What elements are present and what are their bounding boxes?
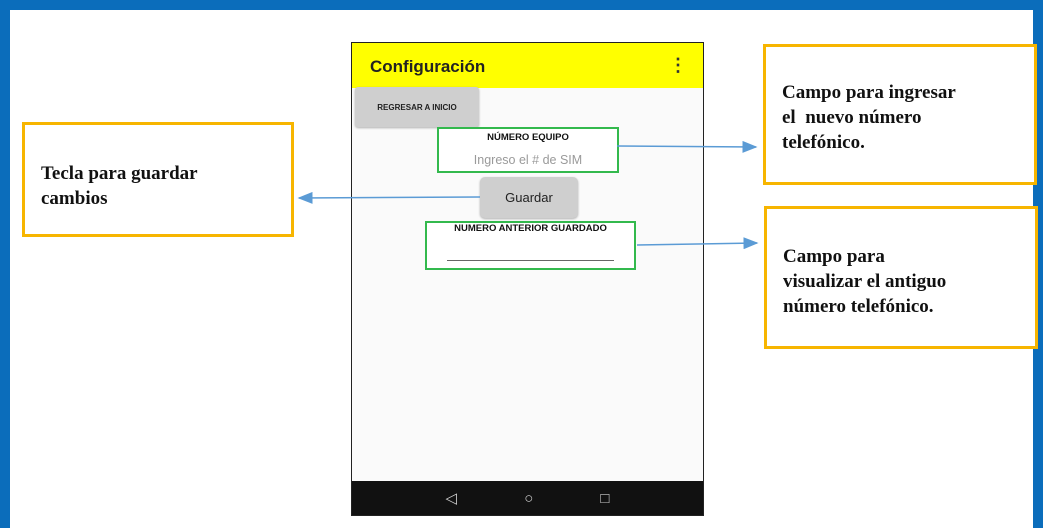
save-button[interactable]: Guardar xyxy=(480,177,578,218)
back-icon[interactable]: ◁ xyxy=(446,489,458,507)
annotation-line: Campo para ingresar xyxy=(782,82,956,103)
recents-icon[interactable]: □ xyxy=(600,490,609,507)
previous-number-label: NUMERO ANTERIOR GUARDADO xyxy=(454,223,607,234)
page-title: Configuración xyxy=(370,57,486,76)
annotation-new-number: Campo para ingresar el nuevo número tele… xyxy=(763,44,1037,185)
previous-number-value xyxy=(447,260,614,261)
previous-number-field: NUMERO ANTERIOR GUARDADO xyxy=(425,221,636,270)
annotation-line: telefónico. xyxy=(782,132,865,153)
app-bar: Configuración ⋮ xyxy=(352,43,703,88)
annotation-old-number: Campo para visualizar el antiguo número … xyxy=(764,206,1038,349)
overflow-menu-icon[interactable]: ⋮ xyxy=(669,55,687,76)
system-nav-bar: ◁ ○ □ xyxy=(352,481,703,515)
annotation-save-key: Tecla para guardar cambios xyxy=(22,122,294,237)
phone-screen: Configuración ⋮ REGRESAR A INICIO NÚMERO… xyxy=(351,42,704,516)
equipo-field[interactable]: NÚMERO EQUIPO Ingreso el # de SIM xyxy=(437,127,619,173)
home-icon[interactable]: ○ xyxy=(524,490,533,507)
annotation-line: Campo para xyxy=(783,246,885,267)
annotation-line: número telefónico. xyxy=(783,296,934,317)
equipo-input[interactable]: Ingreso el # de SIM xyxy=(439,153,617,167)
annotation-line: el nuevo número xyxy=(782,107,922,128)
home-button[interactable]: REGRESAR A INICIO xyxy=(355,87,479,127)
annotation-line: Tecla para guardar xyxy=(41,163,198,184)
annotation-line: cambios xyxy=(41,188,108,209)
equipo-label: NÚMERO EQUIPO xyxy=(487,132,569,143)
annotation-line: visualizar el antiguo xyxy=(783,271,947,292)
